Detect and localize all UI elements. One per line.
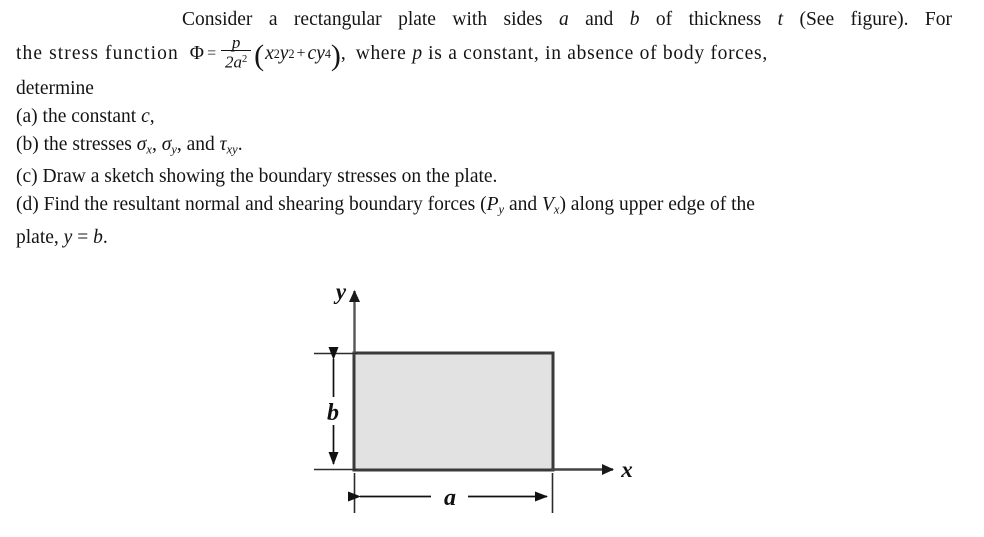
statement-text-stressfunction: the stress function: [16, 42, 179, 64]
item-c-text: Draw a sketch showing the boundary stres…: [42, 166, 498, 188]
question-item-c: (c) Draw a sketch showing the boundary s…: [16, 163, 952, 191]
item-a-text: the constant: [42, 105, 137, 127]
statement-text-and: and: [585, 9, 614, 30]
plate-rectangle: [352, 351, 555, 472]
variable-t: t: [777, 9, 784, 30]
x-axis-label: x: [620, 457, 633, 482]
y-axis-label: y: [333, 279, 347, 304]
question-item-d: (d) Find the resultant normal and sheari…: [16, 191, 952, 223]
item-d-text-after: ) along upper edge of the: [559, 194, 755, 216]
closing-equals: =: [77, 226, 89, 248]
expression-x: x: [265, 42, 274, 64]
a-dimension-label: a: [444, 485, 456, 511]
stress-function-row: the stress function Φ = p 2a2 ( x2y2 + c…: [16, 33, 768, 72]
expression-y2: y: [316, 42, 325, 64]
item-c-label: (c): [16, 166, 38, 188]
fraction-p-over-2a2: p 2a2: [221, 33, 252, 72]
tau-xy-subscript: xy: [226, 142, 238, 157]
b-dimension-label: b: [327, 400, 339, 426]
statement-text-where: where: [355, 42, 407, 64]
force-py: Py: [486, 194, 505, 217]
item-b-sep-1: ,: [151, 133, 157, 155]
item-d-label: (d): [16, 194, 39, 216]
closing-period: .: [102, 226, 108, 248]
item-b-label: (b): [16, 133, 39, 155]
rectangular-plate-figure: y x b a: [300, 275, 680, 530]
variable-b: b: [629, 9, 640, 30]
closing-variable-y: y: [63, 226, 73, 248]
stress-sigma-x: σx: [136, 133, 152, 157]
item-a-punct: ,: [149, 105, 155, 127]
statement-text-thickness: of thickness: [655, 9, 762, 30]
equals-sign: =: [207, 44, 217, 62]
expression-y: y: [279, 42, 289, 64]
question-item-a: (a) the constant c,: [16, 103, 952, 131]
fraction-denominator: 2a2: [224, 52, 248, 72]
item-d-text-before: Find the resultant normal and shearing b…: [43, 194, 487, 216]
variable-p: p: [412, 42, 423, 64]
phi-symbol: Φ: [189, 42, 205, 64]
problem-page: Consider a rectangular plate with sides …: [0, 0, 984, 537]
determine-prompt: determine: [16, 77, 94, 99]
statement-text-seefigure: (See figure). For: [799, 9, 953, 30]
item-a-label: (a): [16, 105, 38, 127]
problem-text-block: Consider a rectangular plate with sides …: [16, 6, 952, 252]
expression-trailing-comma: ,: [340, 42, 346, 64]
item-d-conjunction: and: [508, 194, 538, 216]
force-vx: Vx: [541, 194, 560, 217]
closing-text: plate,: [16, 226, 59, 248]
question-item-b: (b) the stresses σx, σy, and τxy.: [16, 131, 952, 163]
expression-y2-exponent: 4: [324, 46, 331, 61]
py-subscript: y: [498, 202, 505, 217]
item-b-text: the stresses: [43, 133, 132, 155]
statement-text-1: Consider a rectangular plate with sides: [182, 9, 543, 30]
stress-tau-xy: τxy: [219, 133, 238, 157]
expression-y-exponent: 2: [288, 46, 295, 61]
item-b-punct: .: [237, 133, 243, 155]
denominator-exponent: 2: [241, 54, 248, 66]
item-b-sep-2: , and: [176, 133, 215, 155]
closing-line: plate, y = b.: [16, 224, 952, 252]
variable-a: a: [558, 9, 569, 30]
problem-statement-line-2: the stress function Φ = p 2a2 ( x2y2 + c…: [16, 33, 952, 72]
problem-statement-line-1: Consider a rectangular plate with sides …: [16, 6, 952, 34]
closing-variable-b: b: [93, 226, 103, 248]
fraction-numerator: p: [231, 33, 241, 52]
stress-sigma-y: σy: [161, 133, 177, 157]
item-a-variable: c: [141, 105, 150, 127]
statement-text-constant: is a constant, in absence of body forces…: [428, 42, 768, 64]
expression-c: c: [307, 42, 317, 64]
expression-plus: +: [296, 44, 306, 62]
plate-diagram-svg: y x b a: [314, 279, 633, 513]
